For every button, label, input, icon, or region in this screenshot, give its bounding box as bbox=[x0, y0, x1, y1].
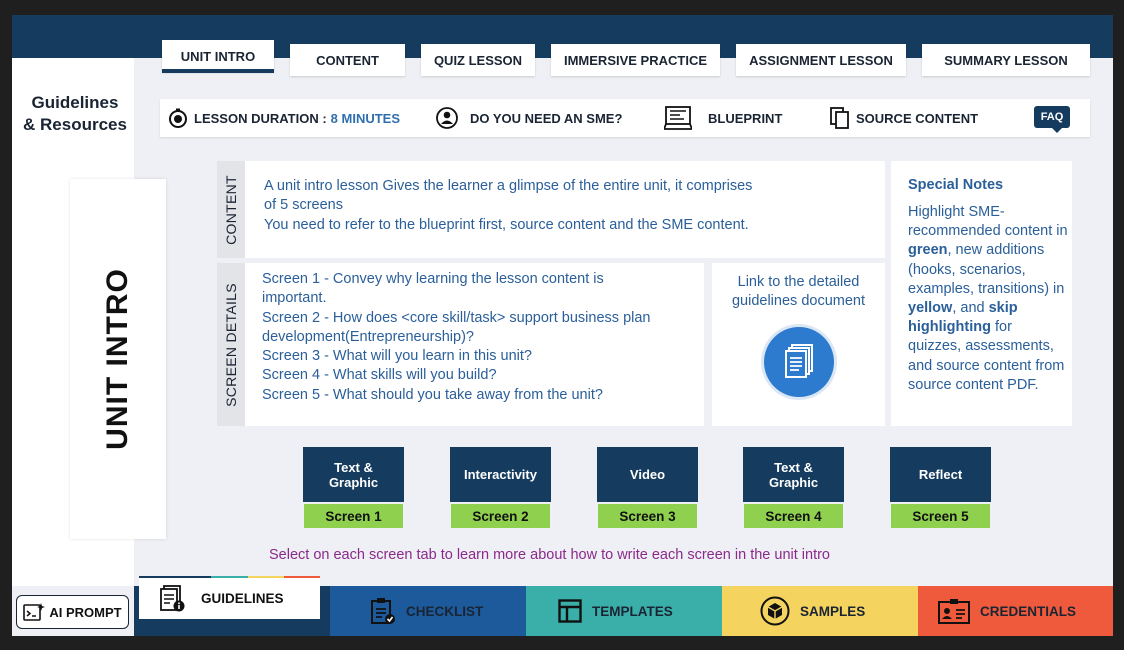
unit-intro-card: UNIT INTRO bbox=[70, 179, 166, 539]
screen-type-label: Text & Graphic bbox=[743, 447, 844, 502]
notes-green-keyword: green bbox=[908, 242, 948, 259]
screen-number-label: Screen 3 bbox=[598, 504, 697, 528]
screen-detail-line: Screen 4 - What skills will you build? bbox=[262, 367, 497, 384]
samples-tab[interactable]: SAMPLES bbox=[722, 586, 918, 636]
content-label: CONTENT bbox=[223, 174, 239, 245]
info-bar: LESSON DURATION : 8 MINUTES DO YOU NEED … bbox=[160, 99, 1090, 137]
lesson-duration: LESSON DURATION : 8 MINUTES bbox=[168, 99, 400, 137]
screen-number-label: Screen 5 bbox=[891, 504, 990, 528]
guidelines-tab[interactable]: GUIDELINES bbox=[139, 578, 320, 619]
checklist-tab[interactable]: CHECKLIST bbox=[330, 586, 526, 636]
screen-detail-line: Screen 1 - Convey why learning the lesso… bbox=[262, 271, 604, 287]
screen-2-button[interactable]: Interactivity Screen 2 bbox=[450, 447, 551, 529]
blueprint-label: BLUEPRINT bbox=[708, 110, 783, 126]
sme-question[interactable]: DO YOU NEED AN SME? bbox=[436, 99, 622, 137]
notes-text-part: Highlight SME-recommended content in bbox=[908, 204, 1068, 240]
source-content-link[interactable]: SOURCE CONTENT bbox=[830, 99, 978, 137]
blueprint-icon bbox=[664, 106, 692, 130]
guidelines-link-text[interactable]: Link to the detailed guidelines document bbox=[712, 273, 885, 311]
screen-number-label: Screen 2 bbox=[451, 504, 550, 528]
screen-4-button[interactable]: Text & Graphic Screen 4 bbox=[743, 447, 844, 529]
ai-terminal-icon bbox=[23, 603, 46, 621]
tab-unit-intro[interactable]: UNIT INTRO bbox=[162, 40, 274, 73]
content-line: You need to refer to the blueprint first… bbox=[264, 216, 749, 233]
guidelines-title-line2: & Resources bbox=[23, 115, 127, 134]
screen-detail-line: important. bbox=[262, 290, 327, 307]
guidelines-label: GUIDELINES bbox=[201, 591, 284, 606]
screen-number-label: Screen 4 bbox=[744, 504, 843, 528]
app-frame: Guidelines & Resources UNIT INTRO UNIT I… bbox=[12, 15, 1113, 636]
special-notes: Special Notes Highlight SME-recommended … bbox=[891, 161, 1072, 426]
link-line: Link to the detailed bbox=[737, 274, 860, 290]
faq-button[interactable]: FAQ bbox=[1034, 106, 1070, 133]
screen-5-button[interactable]: Reflect Screen 5 bbox=[890, 447, 991, 529]
duration-value: 8 MINUTES bbox=[330, 110, 400, 126]
screen-type-label: Text & Graphic bbox=[303, 447, 404, 502]
tab-assignment-lesson[interactable]: ASSIGNMENT LESSON bbox=[736, 44, 906, 76]
details-side-label: SCREEN DETAILS bbox=[217, 263, 245, 426]
guidelines-link-box[interactable]: Link to the detailed guidelines document bbox=[712, 263, 885, 426]
tab-summary-lesson[interactable]: SUMMARY LESSON bbox=[922, 44, 1090, 76]
duration-label: LESSON DURATION : bbox=[194, 110, 327, 126]
stopwatch-icon bbox=[169, 108, 187, 128]
screen-details-section: SCREEN DETAILS Screen 1 - Convey why lea… bbox=[217, 263, 704, 426]
notes-text-part: , and bbox=[952, 300, 989, 317]
screen-details-label: SCREEN DETAILS bbox=[223, 282, 239, 407]
credentials-tab[interactable]: CREDENTIALS bbox=[918, 586, 1113, 636]
special-notes-title: Special Notes bbox=[908, 177, 1004, 193]
screen-1-button[interactable]: Text & Graphic Screen 1 bbox=[303, 447, 404, 529]
templates-tab[interactable]: TEMPLATES bbox=[526, 586, 722, 636]
credentials-label: CREDENTIALS bbox=[980, 603, 1077, 619]
templates-label: TEMPLATES bbox=[592, 603, 673, 619]
blueprint-link[interactable]: BLUEPRINT bbox=[664, 99, 782, 137]
box-icon bbox=[760, 596, 790, 626]
tab-immersive-practice[interactable]: IMMERSIVE PRACTICE bbox=[551, 44, 720, 76]
screen-detail-line: Screen 5 - What should you take away fro… bbox=[262, 386, 603, 403]
checklist-label: CHECKLIST bbox=[406, 603, 484, 619]
content-section: CONTENT A unit intro lesson Gives the le… bbox=[217, 161, 885, 258]
screen-number-label: Screen 1 bbox=[304, 504, 403, 528]
guidelines-document-icon bbox=[160, 584, 185, 611]
id-card-icon bbox=[938, 599, 970, 624]
guidelines-title: Guidelines & Resources bbox=[12, 92, 138, 136]
screen-type-label: Reflect bbox=[890, 447, 991, 502]
guidelines-title-line1: Guidelines bbox=[31, 93, 119, 112]
source-content-label: SOURCE CONTENT bbox=[856, 110, 979, 126]
document-stack-icon[interactable] bbox=[764, 327, 834, 397]
ai-prompt-label: AI PROMPT bbox=[49, 604, 122, 620]
tab-content[interactable]: CONTENT bbox=[290, 44, 405, 76]
screen-detail-line: development(Entrepreneurship)? bbox=[262, 328, 474, 345]
notes-yellow-keyword: yellow bbox=[908, 300, 953, 317]
screen-detail-line: Screen 2 - How does <core skill/task> su… bbox=[262, 309, 651, 326]
samples-label: SAMPLES bbox=[800, 603, 866, 619]
content-side-label: CONTENT bbox=[217, 161, 245, 258]
content-line: of 5 screens bbox=[264, 197, 343, 214]
link-line: guidelines document bbox=[731, 293, 865, 309]
person-icon bbox=[436, 107, 458, 129]
clipboard-check-icon bbox=[371, 598, 395, 624]
content-line: A unit intro lesson Gives the learner a … bbox=[264, 178, 753, 194]
tab-quiz-lesson[interactable]: QUIZ LESSON bbox=[421, 44, 535, 76]
special-notes-text: Highlight SME-recommended content in gre… bbox=[908, 203, 1068, 395]
unit-intro-label: UNIT INTRO bbox=[101, 268, 134, 450]
screen-type-label: Video bbox=[597, 447, 698, 502]
documents-icon bbox=[830, 107, 849, 129]
screen-details-list: Screen 1 - Convey why learning the lesso… bbox=[262, 270, 702, 405]
content-description: A unit intro lesson Gives the learner a … bbox=[264, 177, 874, 235]
screen-detail-line: Screen 3 - What will you learn in this u… bbox=[262, 348, 532, 365]
screen-tab-hint: Select on each screen tab to learn more … bbox=[269, 547, 830, 563]
ai-prompt-button[interactable]: AI PROMPT bbox=[16, 595, 129, 629]
layout-template-icon bbox=[558, 599, 582, 623]
screen-type-label: Interactivity bbox=[450, 447, 551, 502]
screen-3-button[interactable]: Video Screen 3 bbox=[597, 447, 698, 529]
sme-label: DO YOU NEED AN SME? bbox=[470, 110, 623, 126]
